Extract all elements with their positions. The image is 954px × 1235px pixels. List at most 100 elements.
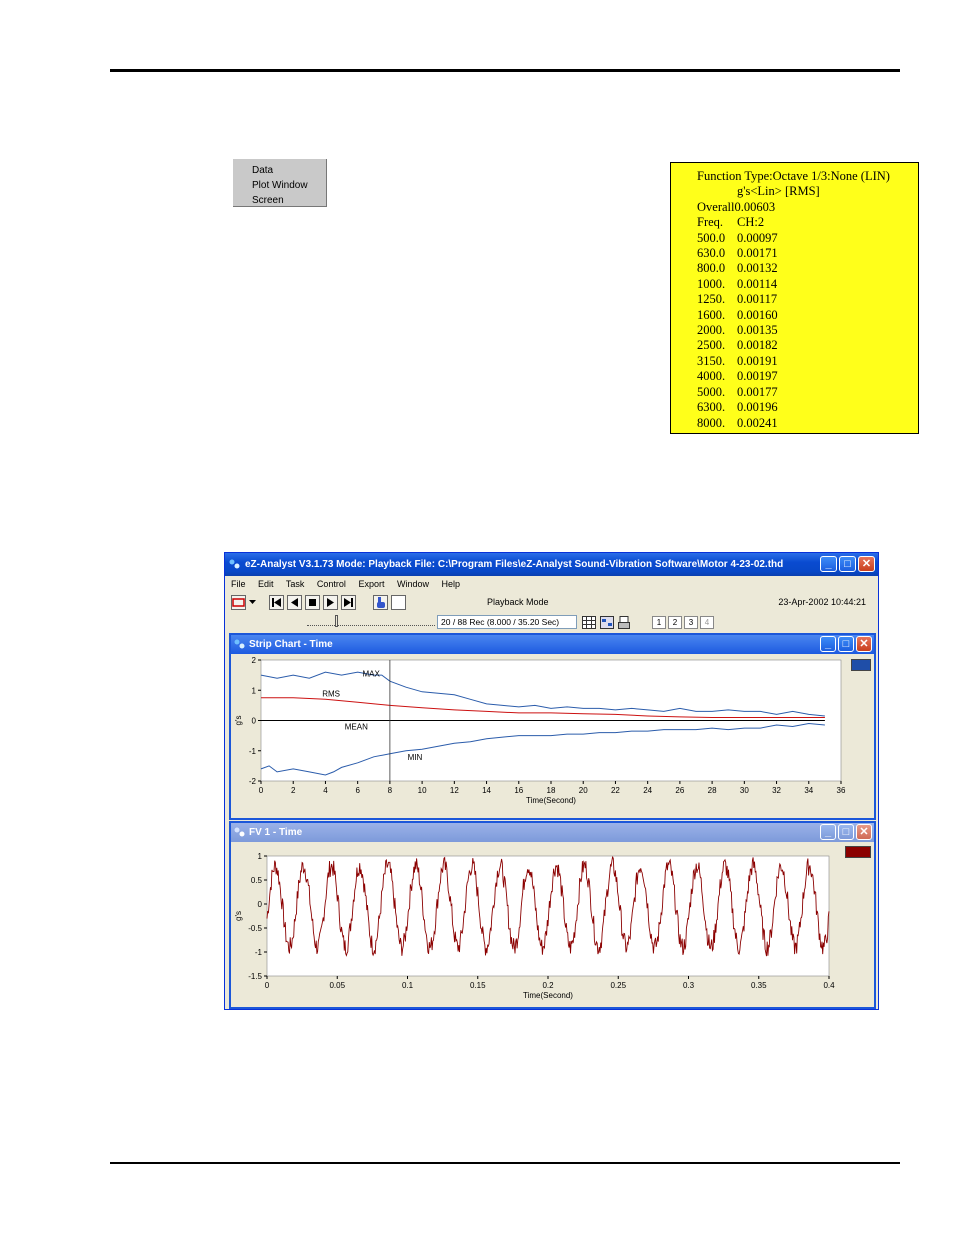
skip-to-start-icon xyxy=(272,598,281,607)
channel-value: 0.00171 xyxy=(737,246,778,261)
menu-edit[interactable]: Edit xyxy=(258,579,274,589)
freq-value: 2000. xyxy=(697,323,726,338)
freq-value: 8000. xyxy=(697,415,726,430)
fv1-minimize-button[interactable]: _ xyxy=(820,824,836,840)
x-axis-label: Time(Second) xyxy=(523,991,573,1000)
context-menu: Data Plot Window Screen xyxy=(233,159,327,207)
toolbar: Playback Mode 23-Apr-2002 10:44:21 xyxy=(225,593,878,613)
freq-value: 630.0 xyxy=(697,246,726,261)
menu-task[interactable]: Task xyxy=(286,579,305,589)
step-back-button[interactable] xyxy=(287,595,302,610)
x-tick-label: 22 xyxy=(611,786,620,795)
fv1-color-chip[interactable] xyxy=(845,846,871,858)
channel-value: 0.00117 xyxy=(737,292,778,307)
playback-mode-label: Playback Mode xyxy=(487,597,549,607)
menu-export[interactable]: Export xyxy=(358,579,384,589)
x-tick-label: 36 xyxy=(837,786,846,795)
menu-item-screen[interactable]: Screen xyxy=(233,193,326,208)
record-mode-button[interactable] xyxy=(231,595,246,610)
page-4-button[interactable]: 4 xyxy=(700,616,714,629)
menu-item-plot-window[interactable]: Plot Window xyxy=(233,178,326,193)
first-record-button[interactable] xyxy=(269,595,284,610)
channel-value: 0.00097 xyxy=(737,230,778,245)
channel-value: 0.00114 xyxy=(737,276,778,291)
fv1-maximize-button[interactable]: □ xyxy=(838,824,854,840)
strip-minimize-button[interactable]: _ xyxy=(820,636,836,652)
minimize-button[interactable]: _ xyxy=(820,556,837,572)
minimize-icon: _ xyxy=(825,558,832,570)
freq-value: 1000. xyxy=(697,276,726,291)
blank-tool-button[interactable] xyxy=(391,595,406,610)
overall-value: 0.00603 xyxy=(734,199,776,214)
close-button[interactable]: ✕ xyxy=(858,556,875,572)
keyboard-icon[interactable] xyxy=(600,616,614,629)
maximize-button[interactable]: □ xyxy=(839,556,856,572)
octave-readout-box: Function Type:Octave 1/3:None (LIN) g's<… xyxy=(670,162,919,434)
record-slider[interactable] xyxy=(307,619,435,626)
hand-pointer-icon xyxy=(377,597,385,608)
y-tick-label: 0 xyxy=(252,717,257,726)
strip-close-button[interactable]: ✕ xyxy=(856,636,872,652)
fv1-title-bar[interactable]: FV 1 - Time _ □ ✕ xyxy=(231,823,874,842)
channel-value: 0.00132 xyxy=(737,261,778,276)
maximize-icon: □ xyxy=(842,638,850,650)
x-tick-label: 8 xyxy=(388,786,393,795)
y-tick-label: 0.5 xyxy=(251,876,263,885)
x-axis-label: Time(Second) xyxy=(526,796,576,805)
record-position-field[interactable]: 20 / 88 Rec (8.000 / 35.20 Sec) xyxy=(437,615,577,629)
readout-row: 1250. 0.00117 xyxy=(697,292,918,307)
fv1-time-window: FV 1 - Time _ □ ✕ 0 0.05 0.1 0.15 0.2 0.25 0.3… xyxy=(229,821,876,1009)
page-3-button[interactable]: 3 xyxy=(684,616,698,629)
pointer-tool-button[interactable] xyxy=(373,595,388,610)
y-tick-label: 1 xyxy=(258,852,263,861)
strip-maximize-button[interactable]: □ xyxy=(838,636,854,652)
printer-icon[interactable] xyxy=(618,616,630,629)
menu-item-data[interactable]: Data xyxy=(233,163,326,178)
grid-icon[interactable] xyxy=(582,616,596,629)
step-forward-button[interactable] xyxy=(323,595,338,610)
stop-icon xyxy=(309,599,316,606)
menu-file[interactable]: File xyxy=(231,579,246,589)
readout-row: 1000. 0.00114 xyxy=(697,277,918,292)
readout-rows: 500.0 0.00097 630.0 0.00171 800.0 0.00132 1000… xyxy=(697,231,918,431)
x-tick-label: 30 xyxy=(740,786,749,795)
title-bar[interactable]: eZ-Analyst V3.1.73 Mode: Playback File: … xyxy=(225,553,878,576)
last-record-button[interactable] xyxy=(341,595,356,610)
freq-value: 1250. xyxy=(697,292,726,307)
datetime-label: 23-Apr-2002 10:44:21 xyxy=(778,597,866,607)
freq-value: 2500. xyxy=(697,338,726,353)
menu-window[interactable]: Window xyxy=(397,579,429,589)
freq-value: 6300. xyxy=(697,400,726,415)
x-tick-label: 0 xyxy=(265,981,270,990)
skip-to-end-icon xyxy=(344,598,353,607)
record-slider-thumb[interactable] xyxy=(335,615,338,627)
y-axis-label: g's xyxy=(234,716,243,726)
freq-header: Freq. xyxy=(697,215,724,230)
readout-row: 5000. 0.00177 xyxy=(697,385,918,400)
y-tick-label: -2 xyxy=(249,777,257,786)
menu-bar: File Edit Task Control Export Window Hel… xyxy=(225,576,878,592)
page-2-button[interactable]: 2 xyxy=(668,616,682,629)
strip-chart-color-chip[interactable] xyxy=(851,659,871,671)
app-window: eZ-Analyst V3.1.73 Mode: Playback File: … xyxy=(224,552,879,1010)
readout-title: Function Type:Octave 1/3:None (LIN) xyxy=(697,169,890,183)
page-1-button[interactable]: 1 xyxy=(652,616,666,629)
top-rule xyxy=(110,69,900,72)
x-tick-label: 16 xyxy=(514,786,523,795)
dropdown-arrow-icon[interactable] xyxy=(249,600,256,605)
stop-button[interactable] xyxy=(305,595,320,610)
y-tick-label: 1 xyxy=(252,686,257,695)
menu-help[interactable]: Help xyxy=(442,579,461,589)
fv1-close-button[interactable]: ✕ xyxy=(856,824,872,840)
strip-chart-title-bar[interactable]: Strip Chart - Time _ □ ✕ xyxy=(231,635,874,654)
channel-value: 0.00135 xyxy=(737,323,778,338)
channel-value: 0.00182 xyxy=(737,338,778,353)
x-tick-label: 2 xyxy=(291,786,296,795)
readout-row: 630.0 0.00171 xyxy=(697,246,918,261)
readout-header: Freq. CH:2 xyxy=(697,215,918,230)
menu-control[interactable]: Control xyxy=(317,579,346,589)
x-tick-label: 0.1 xyxy=(402,981,414,990)
maximize-icon: □ xyxy=(844,558,851,570)
chart-window-icon xyxy=(234,639,245,649)
strip-chart-title: Strip Chart - Time xyxy=(249,639,333,650)
